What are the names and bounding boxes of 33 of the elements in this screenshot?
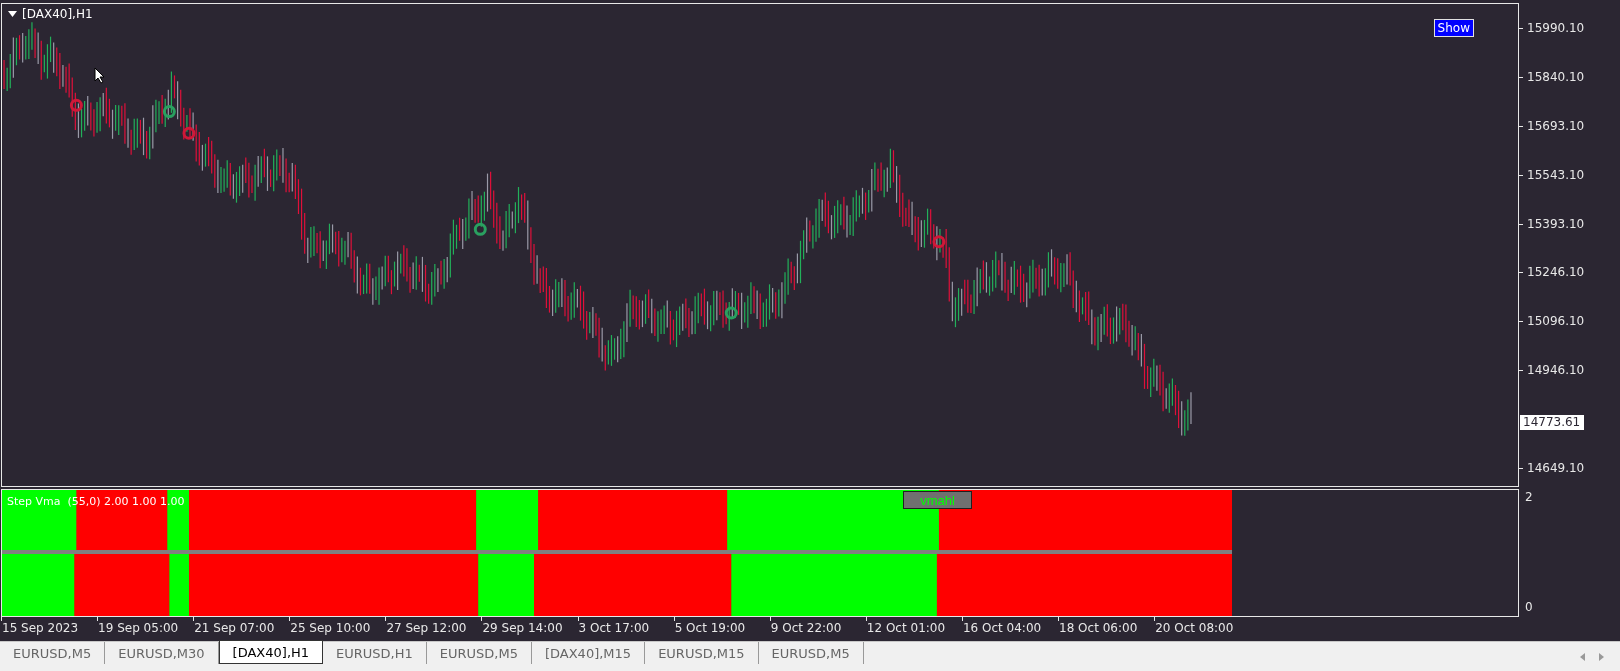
time-label: 15 Sep 2023 [2,621,80,635]
time-label: 27 Sep 12:00 [386,621,468,635]
price-label: 15096.10 [1527,313,1585,330]
indicator-axis-label: 2 [1525,489,1534,505]
show-button[interactable]: Show [1433,19,1474,37]
price-label: 14946.10 [1527,362,1585,379]
price-label: 15246.10 [1527,264,1585,281]
time-label: 20 Oct 08:00 [1155,621,1235,635]
time-label: 29 Sep 14:00 [482,621,564,635]
price-label: 15990.10 [1527,20,1585,36]
price-label: 15840.10 [1527,68,1585,85]
price-label: 15393.10 [1527,215,1585,232]
price-label: 14649.10 [1527,460,1585,476]
chart-tab[interactable]: [DAX40],H1 [218,640,324,664]
price-label: 15543.10 [1527,166,1585,183]
vmahl-button[interactable]: vmahl [903,491,972,509]
chart-title: [DAX40],H1 [22,7,93,21]
current-price-label: 14773.61 [1520,415,1585,431]
scroll-left-icon[interactable] [1580,652,1585,661]
price-label: 15693.10 [1527,117,1585,134]
indicator-axis-label: 0 [1525,599,1534,615]
scroll-right-icon[interactable] [1599,652,1604,661]
time-label: 12 Oct 01:00 [866,621,947,635]
time-label: 25 Sep 10:00 [290,621,372,635]
time-label: 19 Sep 05:00 [98,621,180,635]
time-label: 9 Oct 22:00 [770,621,843,635]
time-label: 3 Oct 17:00 [578,621,651,635]
time-label: 18 Oct 06:00 [1059,621,1139,635]
time-label: 5 Oct 19:00 [674,621,747,635]
dropdown-icon[interactable] [8,11,17,17]
time-label: 16 Oct 04:00 [962,621,1043,635]
cursor-icon [94,67,105,84]
time-label: 21 Sep 07:00 [194,621,276,635]
